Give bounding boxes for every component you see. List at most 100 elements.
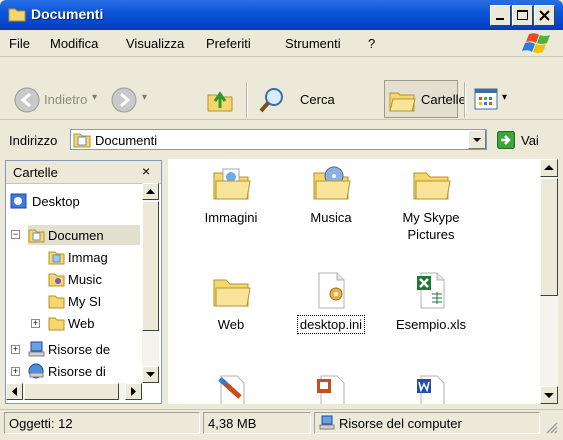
menu-modifica[interactable]: Modifica <box>50 36 98 51</box>
views-icon[interactable] <box>474 88 498 110</box>
documents-folder-icon <box>73 133 91 148</box>
title-bar[interactable]: Documenti <box>0 0 563 30</box>
status-size: 4,38 MB <box>203 412 311 434</box>
pictures-folder-icon <box>213 168 251 200</box>
close-button[interactable] <box>534 5 555 26</box>
paint-file-icon <box>218 375 245 404</box>
scroll-thumb[interactable] <box>24 383 119 400</box>
folder-icon <box>48 295 65 309</box>
folders-pane-title: Cartelle <box>13 165 58 180</box>
menu-visualizza[interactable]: Visualizza <box>126 36 184 51</box>
folder-tree: Desktop − Documen Immag Music My SI + We… <box>6 185 140 385</box>
my-computer-icon <box>28 341 45 357</box>
minimize-button[interactable] <box>490 5 511 26</box>
folder-tree-horizontal-scrollbar[interactable] <box>6 383 142 400</box>
tree-expander-web[interactable]: + <box>31 319 40 328</box>
powerpoint-file-icon <box>317 375 345 404</box>
minimize-icon <box>496 18 504 20</box>
maximize-button[interactable] <box>512 5 533 26</box>
file-item-web[interactable]: Web <box>181 270 281 333</box>
settings-file-icon <box>318 272 345 309</box>
menu-help[interactable]: ? <box>368 36 375 51</box>
arrow-left-icon <box>12 387 17 396</box>
tree-expander-risorse-di-rete[interactable]: + <box>11 367 20 376</box>
arrow-right-icon <box>131 387 136 396</box>
documents-folder-icon <box>28 229 45 243</box>
folder-icon <box>8 8 26 22</box>
arrow-up-icon <box>146 189 155 194</box>
status-object-count: Oggetti: 12 <box>4 412 200 434</box>
folder-icon <box>413 172 451 200</box>
forward-dropdown-icon[interactable]: ▾ <box>142 92 147 103</box>
address-label: Indirizzo <box>9 133 58 148</box>
file-item-word[interactable] <box>381 373 481 404</box>
file-item-powerpoint[interactable] <box>281 373 381 404</box>
forward-arrow-icon[interactable] <box>111 87 137 113</box>
windows-logo-icon <box>522 33 550 53</box>
resize-grip-icon[interactable] <box>543 419 559 435</box>
file-item-my-skype-pictures[interactable]: My Skype Pictures <box>381 163 481 243</box>
menu-strumenti[interactable]: Strumenti <box>285 36 341 51</box>
tree-item-documenti[interactable]: Documen <box>28 225 140 245</box>
word-file-icon <box>417 375 445 404</box>
excel-file-icon <box>417 272 445 309</box>
arrow-down-icon <box>544 393 554 398</box>
close-icon <box>539 10 550 21</box>
back-dropdown-icon[interactable]: ▾ <box>92 92 97 103</box>
scroll-thumb[interactable] <box>540 178 558 296</box>
arrow-up-icon <box>544 165 554 170</box>
go-button[interactable]: Vai <box>521 133 539 148</box>
folder-icon <box>213 279 251 307</box>
views-dropdown-icon[interactable]: ▾ <box>502 92 507 103</box>
music-folder-icon <box>313 166 351 200</box>
folders-icon <box>389 92 416 112</box>
up-folder-icon[interactable] <box>206 86 234 114</box>
go-arrow-icon[interactable] <box>497 131 515 149</box>
address-dropdown-button[interactable] <box>468 130 486 149</box>
scroll-down-button[interactable] <box>142 366 159 383</box>
menu-preferiti[interactable]: Preferiti <box>206 36 251 51</box>
scroll-down-button[interactable] <box>540 386 558 404</box>
address-value: Documenti <box>95 133 158 148</box>
file-item-desktop-ini[interactable]: desktop.ini <box>281 270 381 334</box>
arrow-down-icon <box>146 372 155 377</box>
file-item-esempio-xls[interactable]: Esempio.xls <box>381 270 481 333</box>
pictures-folder-icon <box>48 251 65 265</box>
file-item-immagini[interactable]: Immagini <box>181 163 281 226</box>
scroll-up-button[interactable] <box>540 159 558 177</box>
folder-icon <box>48 317 65 331</box>
scroll-up-button[interactable] <box>142 183 159 200</box>
tree-expander-risorse-del-computer[interactable]: + <box>11 345 20 354</box>
tree-expander-documenti[interactable]: − <box>11 230 20 239</box>
search-button[interactable]: Cerca <box>300 92 335 107</box>
scroll-left-button[interactable] <box>6 383 23 400</box>
file-item-paint[interactable] <box>181 373 281 404</box>
folders-pane-header: Cartelle × <box>6 161 161 184</box>
my-computer-icon <box>319 415 335 430</box>
back-arrow-icon[interactable] <box>14 87 40 113</box>
toolbar-separator <box>464 82 465 118</box>
search-icon[interactable] <box>258 86 286 114</box>
network-icon <box>28 363 44 379</box>
status-location-cell: Risorse del computer <box>314 412 540 434</box>
folders-pane-close-button[interactable]: × <box>142 163 150 179</box>
folders-pane: Cartelle × Desktop − Documen Immag Music… <box>5 160 162 404</box>
music-folder-icon <box>48 273 65 287</box>
chevron-down-icon <box>473 138 481 142</box>
menu-file[interactable]: File <box>9 36 30 51</box>
maximize-icon <box>517 10 528 20</box>
desktop-icon <box>10 193 27 209</box>
file-list: Immagini Musica My Skype Pictures Web de… <box>168 159 540 404</box>
scroll-right-button[interactable] <box>125 383 142 400</box>
back-button[interactable]: Indietro <box>44 92 87 107</box>
toolbar-separator <box>246 82 247 118</box>
folders-button-label: Cartelle <box>421 92 466 107</box>
file-item-musica[interactable]: Musica <box>281 163 381 226</box>
scroll-thumb[interactable] <box>142 201 159 331</box>
file-list-vertical-scrollbar[interactable] <box>540 159 558 404</box>
folder-tree-vertical-scrollbar[interactable] <box>142 183 159 383</box>
explorer-window: Documenti File Modifica Visualizza Prefe… <box>0 0 563 440</box>
menu-bar: File Modifica Visualizza Preferiti Strum… <box>0 30 563 57</box>
status-location: Risorse del computer <box>339 416 462 431</box>
window-title: Documenti <box>31 6 104 22</box>
